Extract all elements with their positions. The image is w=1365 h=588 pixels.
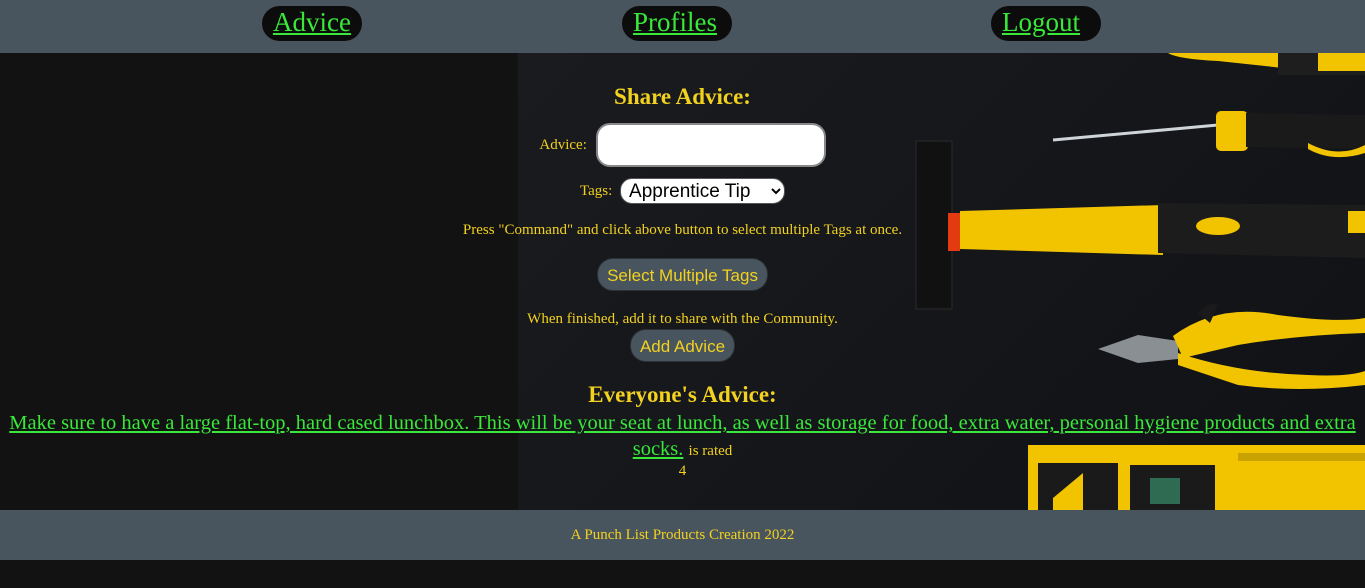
finish-instructions: When finished, add it to share with the … (527, 311, 838, 327)
rated-label: is rated (689, 443, 733, 459)
advice-label: Advice: (539, 136, 587, 153)
page-bottom (0, 560, 1365, 588)
footer: A Punch List Products Creation 2022 (0, 510, 1365, 560)
nav-link-logout[interactable]: Logout (991, 6, 1101, 41)
advice-item-link[interactable]: Make sure to have a large flat-top, hard… (9, 412, 1355, 460)
advice-list-item: Make sure to have a large flat-top, hard… (0, 410, 1365, 464)
multi-select-hint: Press "Command" and click above button t… (462, 222, 903, 238)
everyone-advice-heading: Everyone's Advice: (588, 382, 777, 407)
advice-rating-value: 4 (678, 463, 687, 479)
multi-tags-row: Select Multiple Tags (0, 258, 1365, 291)
tags-field-row: Tags: Apprentice Tip (0, 178, 1365, 204)
add-advice-row: Add Advice (0, 329, 1365, 362)
advice-field-row: Advice: (0, 123, 1365, 167)
rated-label-text: is rated (688, 443, 733, 459)
select-multiple-tags-button[interactable]: Select Multiple Tags (597, 258, 768, 291)
footer-text: A Punch List Products Creation 2022 (570, 527, 795, 543)
top-nav: Advice Profiles Logout (0, 0, 1365, 53)
nav-link-advice[interactable]: Advice (262, 6, 362, 41)
tags-select[interactable]: Apprentice Tip (620, 178, 786, 204)
share-advice-heading: Share Advice: (614, 84, 751, 109)
share-advice-panel: Share Advice: Advice: Tags: Apprentice T… (0, 53, 1365, 510)
main-section: Share Advice: Advice: Tags: Apprentice T… (0, 53, 1365, 510)
add-advice-button[interactable]: Add Advice (629, 329, 736, 362)
advice-input[interactable] (595, 123, 826, 167)
nav-link-profiles[interactable]: Profiles (622, 6, 732, 41)
tags-label: Tags: (579, 182, 613, 199)
